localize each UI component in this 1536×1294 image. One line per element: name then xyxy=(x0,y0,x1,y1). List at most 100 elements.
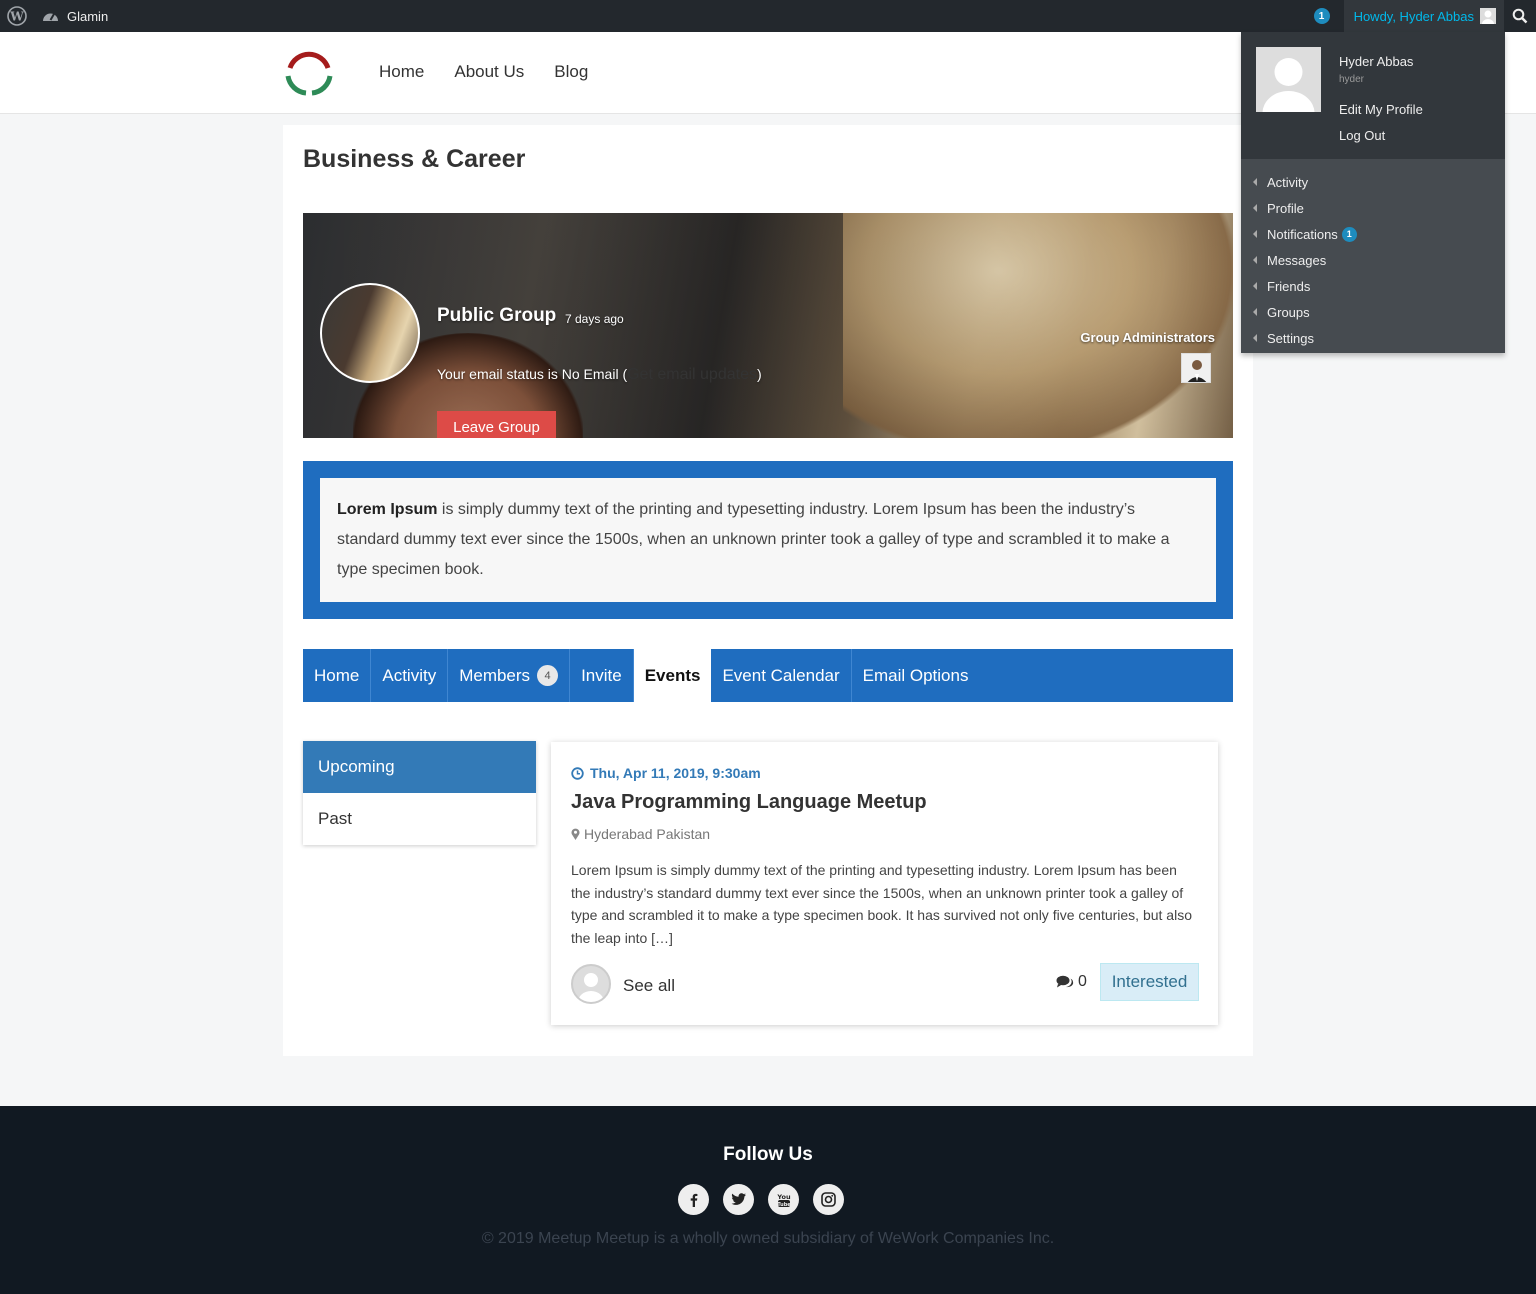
caret-left-icon xyxy=(1253,230,1257,238)
tab-label: Home xyxy=(314,665,360,685)
comment-count: 0 xyxy=(1078,973,1087,990)
wordpress-logo-icon[interactable]: W xyxy=(0,0,34,32)
site-footer: Follow Us You Tube © 2019 Meetup Meetup i… xyxy=(0,1106,1536,1294)
description-bold: Lorem Ipsum xyxy=(337,501,438,518)
user-menu-messages[interactable]: Messages xyxy=(1241,247,1505,273)
email-status-text: Your email status is No Email (Get email… xyxy=(437,366,762,384)
caret-left-icon xyxy=(1253,282,1257,290)
profile-avatar-icon[interactable] xyxy=(1256,47,1321,112)
tab-members[interactable]: Members 4 xyxy=(448,649,571,702)
user-menu-label: Activity xyxy=(1267,174,1309,190)
event-location: Hyderabad Pakistan xyxy=(571,826,710,842)
nav-about-us[interactable]: About Us xyxy=(454,62,524,82)
caret-left-icon xyxy=(1253,334,1257,342)
user-menu-friends[interactable]: Friends xyxy=(1241,273,1505,299)
search-icon[interactable] xyxy=(1504,0,1536,32)
group-cover-image: Public Group 7 days ago Your email statu… xyxy=(303,213,1233,438)
get-email-updates-link[interactable]: Get email updates xyxy=(627,366,757,383)
svg-text:You: You xyxy=(777,1193,791,1201)
group-tabs: Home Activity Members 4 Invite Events Eve… xyxy=(303,649,1233,702)
main-nav: Home About Us Blog xyxy=(379,62,588,82)
twitter-icon[interactable] xyxy=(723,1184,754,1215)
instagram-icon[interactable] xyxy=(813,1184,844,1215)
interested-button[interactable]: Interested xyxy=(1100,963,1199,1001)
caret-left-icon xyxy=(1253,178,1257,186)
event-location-label: Hyderabad Pakistan xyxy=(584,826,711,842)
caret-left-icon xyxy=(1253,204,1257,212)
tab-label: Event Calendar xyxy=(722,665,840,685)
user-menu-activity[interactable]: Activity xyxy=(1241,169,1505,195)
event-description: Lorem Ipsum is simply dummy text of the … xyxy=(571,862,1192,946)
user-menu-label: Groups xyxy=(1267,304,1310,320)
user-avatar-icon xyxy=(1480,8,1496,24)
svg-text:Tube: Tube xyxy=(777,1201,791,1207)
youtube-icon[interactable]: You Tube xyxy=(768,1184,799,1215)
tab-email-options[interactable]: Email Options xyxy=(852,649,980,702)
svg-text:W: W xyxy=(9,10,24,24)
user-menu-notifications[interactable]: Notifications 1 xyxy=(1241,221,1505,247)
site-logo-icon[interactable] xyxy=(282,46,336,100)
user-account-dropdown: Hyder Abbas hyder Edit My Profile Log Ou… xyxy=(1241,32,1505,353)
notifications-count-badge: 1 xyxy=(1341,226,1357,242)
admin-bar: W Glamin 1 Howdy, Hyder Abbas xyxy=(0,0,1536,32)
logout-link[interactable]: Log Out xyxy=(1339,128,1385,143)
nav-blog[interactable]: Blog xyxy=(554,62,588,82)
tab-label: Activity xyxy=(382,665,437,685)
site-name-label: Glamin xyxy=(67,8,109,24)
tab-invite[interactable]: Invite xyxy=(570,649,634,702)
event-title-link[interactable]: Java Programming Language Meetup xyxy=(571,791,927,814)
group-admins-label: Group Administrators xyxy=(1080,330,1215,345)
event-card: Thu, Apr 11, 2019, 9:30am Java Programmi… xyxy=(551,742,1218,1025)
page-title: Business & Career xyxy=(303,145,526,173)
facebook-icon[interactable] xyxy=(678,1184,709,1215)
tab-label: Email Options xyxy=(862,665,969,685)
tab-event-calendar[interactable]: Event Calendar xyxy=(711,649,852,702)
tab-label: Events xyxy=(644,665,701,685)
filter-upcoming[interactable]: Upcoming xyxy=(303,741,536,793)
group-type-label: Public Group xyxy=(437,305,557,326)
tab-activity[interactable]: Activity xyxy=(371,649,449,702)
tab-label: Invite xyxy=(581,665,622,685)
social-links: You Tube xyxy=(678,1184,844,1215)
tab-label: Members xyxy=(459,665,531,685)
tab-home[interactable]: Home xyxy=(303,649,372,702)
user-menu-label: Friends xyxy=(1267,278,1311,294)
user-menu-label: Profile xyxy=(1267,200,1304,216)
comments-icon xyxy=(1056,975,1074,988)
caret-left-icon xyxy=(1253,308,1257,316)
user-menu-label: Notifications xyxy=(1267,226,1338,242)
buddypress-user-menu: Activity Profile Notifications 1 Messages… xyxy=(1241,159,1505,353)
user-display-name[interactable]: Hyder Abbas xyxy=(1339,54,1413,69)
email-status-prefix: Your email status is No Email ( xyxy=(437,366,628,382)
howdy-label: Howdy, Hyder Abbas xyxy=(1353,8,1474,24)
user-menu-groups[interactable]: Groups xyxy=(1241,299,1505,325)
attendee-avatar[interactable] xyxy=(571,964,611,1004)
user-login-name: hyder xyxy=(1339,74,1365,85)
leave-group-button[interactable]: Leave Group xyxy=(437,411,556,438)
user-menu-label: Settings xyxy=(1267,330,1314,346)
follow-us-heading: Follow Us xyxy=(723,1144,813,1165)
tab-events[interactable]: Events xyxy=(633,649,712,702)
user-menu-profile[interactable]: Profile xyxy=(1241,195,1505,221)
members-count-badge: 4 xyxy=(537,665,559,686)
see-all-attendees-link[interactable]: See all xyxy=(623,976,675,996)
caret-left-icon xyxy=(1253,256,1257,264)
group-description-box: Lorem Ipsum is simply dummy text of the … xyxy=(303,461,1233,619)
description-text: is simply dummy text of the printing and… xyxy=(337,501,1170,578)
site-name-link[interactable]: Glamin xyxy=(34,0,118,32)
user-menu-settings[interactable]: Settings xyxy=(1241,325,1505,351)
filter-past[interactable]: Past xyxy=(303,793,536,845)
admin-avatar[interactable] xyxy=(1181,353,1211,383)
edit-profile-link[interactable]: Edit My Profile xyxy=(1339,102,1423,117)
group-avatar[interactable] xyxy=(320,283,420,383)
main-content: Business & Career Public Group 7 days ag… xyxy=(283,125,1253,1056)
notification-count-badge[interactable]: 1 xyxy=(1313,8,1330,24)
dashboard-icon xyxy=(43,13,58,21)
user-menu-label: Messages xyxy=(1267,252,1327,268)
my-account-menu[interactable]: Howdy, Hyder Abbas xyxy=(1343,0,1504,32)
event-filter-list: Upcoming Past xyxy=(303,741,536,845)
group-description: Lorem Ipsum is simply dummy text of the … xyxy=(320,478,1216,602)
map-marker-icon xyxy=(571,828,580,840)
nav-home[interactable]: Home xyxy=(379,62,424,82)
event-comments[interactable]: 0 xyxy=(1056,973,1087,991)
